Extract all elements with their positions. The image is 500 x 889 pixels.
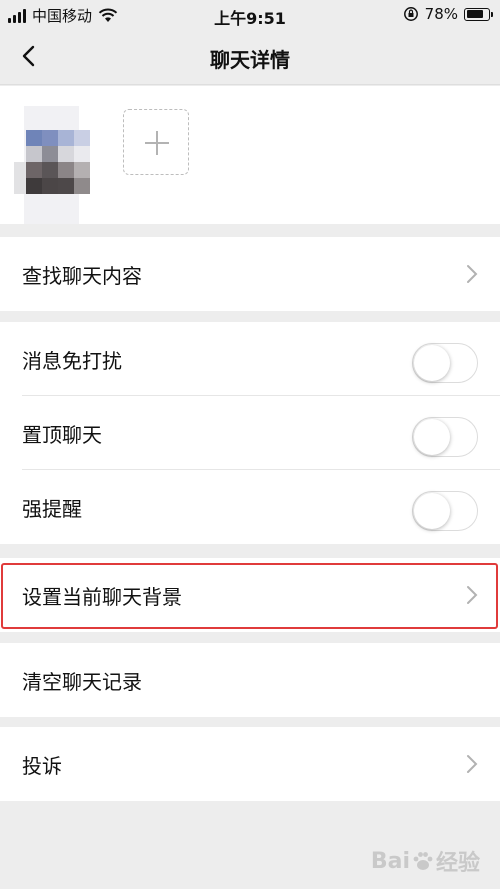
row-label: 查找聊天内容 <box>22 263 142 288</box>
search-group: 查找聊天内容 <box>0 237 500 311</box>
mute-row: 消息免打扰 <box>0 322 500 396</box>
strong-remind-row: 强提醒 <box>0 470 500 544</box>
row-label: 设置当前聊天背景 <box>22 584 182 609</box>
orientation-lock-icon <box>403 7 418 21</box>
baidu-watermark: Bai 经验 <box>371 845 480 877</box>
add-member-button[interactable] <box>123 109 189 175</box>
plus-icon <box>145 131 169 155</box>
row-label: 投诉 <box>22 753 62 778</box>
chevron-right-icon <box>467 755 478 773</box>
status-bar: 中国移动 上午9:51 78% <box>0 0 500 30</box>
chevron-right-icon <box>467 586 478 604</box>
set-background-row[interactable]: 设置当前聊天背景 <box>0 558 500 632</box>
complain-row[interactable]: 投诉 <box>0 727 500 801</box>
pin-toggle[interactable] <box>412 417 478 457</box>
watermark-text: Bai <box>370 848 410 874</box>
toggle-group: 消息免打扰 置顶聊天 强提醒 <box>0 322 500 544</box>
member-panel <box>0 86 500 224</box>
strong-remind-toggle[interactable] <box>412 491 478 531</box>
page-title: 聊天详情 <box>210 48 290 72</box>
avatar-pixelated-image <box>14 106 90 224</box>
row-label: 清空聊天记录 <box>22 669 142 694</box>
row-label: 消息免打扰 <box>22 348 122 373</box>
background-group: 设置当前聊天背景 <box>0 558 500 632</box>
paw-icon <box>413 852 433 870</box>
clear-group: 清空聊天记录 <box>0 643 500 717</box>
row-label: 强提醒 <box>22 496 82 521</box>
clear-history-row[interactable]: 清空聊天记录 <box>0 643 500 717</box>
row-label: 置顶聊天 <box>22 422 102 447</box>
battery-icon <box>464 7 493 21</box>
status-right: 78% <box>403 5 493 23</box>
complain-group: 投诉 <box>0 727 500 801</box>
pin-row: 置顶聊天 <box>0 396 500 470</box>
battery-percent: 78% <box>424 5 458 23</box>
nav-bar: 聊天详情 <box>0 30 500 85</box>
search-chat-row[interactable]: 查找聊天内容 <box>0 237 500 311</box>
watermark-text-2: 经验 <box>435 851 480 876</box>
chevron-right-icon <box>467 265 478 283</box>
mute-toggle[interactable] <box>412 343 478 383</box>
avatar[interactable] <box>14 102 90 224</box>
